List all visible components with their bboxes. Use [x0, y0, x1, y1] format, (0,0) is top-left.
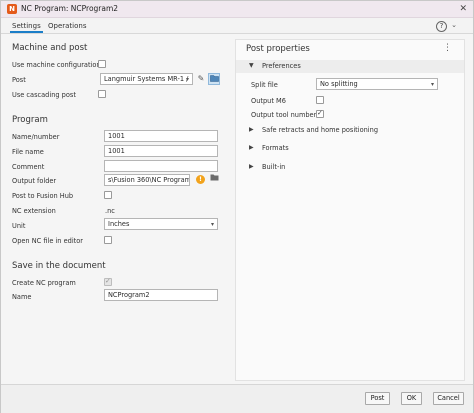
- comment-input[interactable]: [104, 160, 218, 172]
- output-folder-label: Output folder: [12, 177, 57, 185]
- create-nc-program-checkbox: [104, 277, 112, 286]
- group-safe-retracts-label: Safe retracts and home positioning: [262, 126, 379, 134]
- title-bar: N NC Program: NCProgram2 ✕: [1, 1, 473, 18]
- chevron-down-icon: ▾: [210, 221, 214, 228]
- fusion-app-icon: N: [7, 4, 17, 14]
- use-cascading-post-label: Use cascading post: [12, 91, 76, 99]
- post-button[interactable]: Post: [365, 392, 390, 405]
- post-select-value: Langmuir Systems MR-1 /: [104, 75, 189, 83]
- nc-program-dialog: N NC Program: NCProgram2 ✕ Settings Oper…: [0, 0, 474, 413]
- open-folder-icon[interactable]: [208, 173, 220, 185]
- tab-operations[interactable]: Operations: [46, 21, 88, 31]
- name-label: Name: [12, 293, 32, 301]
- use-machine-config-checkbox[interactable]: [98, 60, 106, 68]
- group-preferences-label: Preferences: [262, 62, 301, 70]
- post-properties-panel: Post properties ⋮ ▼ Preferences Split fi…: [235, 39, 465, 381]
- triangle-right-icon: ▶: [249, 144, 254, 151]
- window-title: NC Program: NCProgram2: [21, 4, 119, 13]
- post-to-hub-label: Post to Fusion Hub: [12, 192, 74, 200]
- settings-panel: Machine and post Use machine configurati…: [8, 39, 229, 379]
- split-file-label: Split file: [251, 81, 278, 89]
- help-icon[interactable]: ?: [436, 21, 447, 32]
- group-safe-retracts[interactable]: ▶ Safe retracts and home positioning: [236, 124, 464, 137]
- unit-label: Unit: [12, 222, 26, 230]
- group-built-in-label: Built-in: [262, 163, 286, 171]
- open-nc-editor-checkbox[interactable]: [104, 236, 112, 244]
- chevron-down-icon[interactable]: ⌄: [451, 21, 457, 29]
- output-m6-label: Output M6: [251, 97, 286, 105]
- tab-bar: Settings Operations ? ⌄: [1, 18, 473, 34]
- name-number-input[interactable]: 1001: [104, 130, 218, 142]
- group-built-in[interactable]: ▶ Built-in: [236, 161, 464, 174]
- post-to-hub-checkbox[interactable]: [104, 191, 112, 199]
- cancel-button[interactable]: Cancel: [433, 392, 464, 405]
- group-formats-label: Formats: [262, 144, 289, 152]
- chevron-down-icon: ▾: [185, 76, 189, 83]
- triangle-down-icon: ▼: [249, 62, 254, 69]
- name-input[interactable]: NCProgram2: [104, 289, 218, 301]
- split-file-select-value: No splitting: [320, 80, 358, 88]
- warning-icon: !: [196, 175, 205, 184]
- use-cascading-post-checkbox[interactable]: [98, 90, 106, 98]
- edit-pencil-icon[interactable]: ✎: [195, 73, 207, 85]
- post-select[interactable]: Langmuir Systems MR-1 / ▾: [100, 73, 193, 85]
- output-tool-number-label: Output tool number: [251, 111, 317, 119]
- group-formats[interactable]: ▶ Formats: [236, 142, 464, 155]
- ok-button[interactable]: OK: [401, 392, 422, 405]
- output-folder-input[interactable]: s\Fusion 360\NC Programs: [104, 174, 190, 186]
- comment-label: Comment: [12, 163, 45, 171]
- group-preferences[interactable]: ▼ Preferences: [236, 60, 464, 73]
- nc-extension-label: NC extension: [12, 207, 56, 215]
- output-m6-checkbox[interactable]: [316, 96, 324, 104]
- create-nc-program-label: Create NC program: [12, 279, 76, 287]
- chevron-down-icon: ▾: [430, 81, 434, 88]
- triangle-right-icon: ▶: [249, 126, 254, 133]
- dialog-footer: Post OK Cancel: [1, 384, 473, 413]
- nc-extension-value: .nc: [105, 207, 115, 215]
- section-title-save: Save in the document: [12, 261, 106, 271]
- tab-settings[interactable]: Settings: [10, 21, 43, 33]
- section-title-program: Program: [12, 115, 48, 125]
- use-machine-config-label: Use machine configuration: [12, 61, 101, 69]
- file-name-input[interactable]: 1001: [104, 145, 218, 157]
- post-label: Post: [12, 76, 26, 84]
- close-icon[interactable]: ✕: [459, 3, 467, 15]
- unit-select-value: Inches: [108, 220, 130, 228]
- open-nc-editor-label: Open NC file in editor: [12, 237, 83, 245]
- name-number-label: Name/number: [12, 133, 60, 141]
- output-tool-number-checkbox[interactable]: [316, 109, 324, 118]
- split-file-select[interactable]: No splitting ▾: [316, 78, 438, 90]
- post-properties-title: Post properties: [246, 44, 310, 54]
- unit-select[interactable]: Inches ▾: [104, 218, 218, 230]
- more-options-icon[interactable]: ⋮: [443, 43, 452, 53]
- triangle-right-icon: ▶: [249, 163, 254, 170]
- open-folder-icon[interactable]: [208, 73, 220, 85]
- section-title-machine-post: Machine and post: [12, 43, 88, 53]
- file-name-label: File name: [12, 148, 44, 156]
